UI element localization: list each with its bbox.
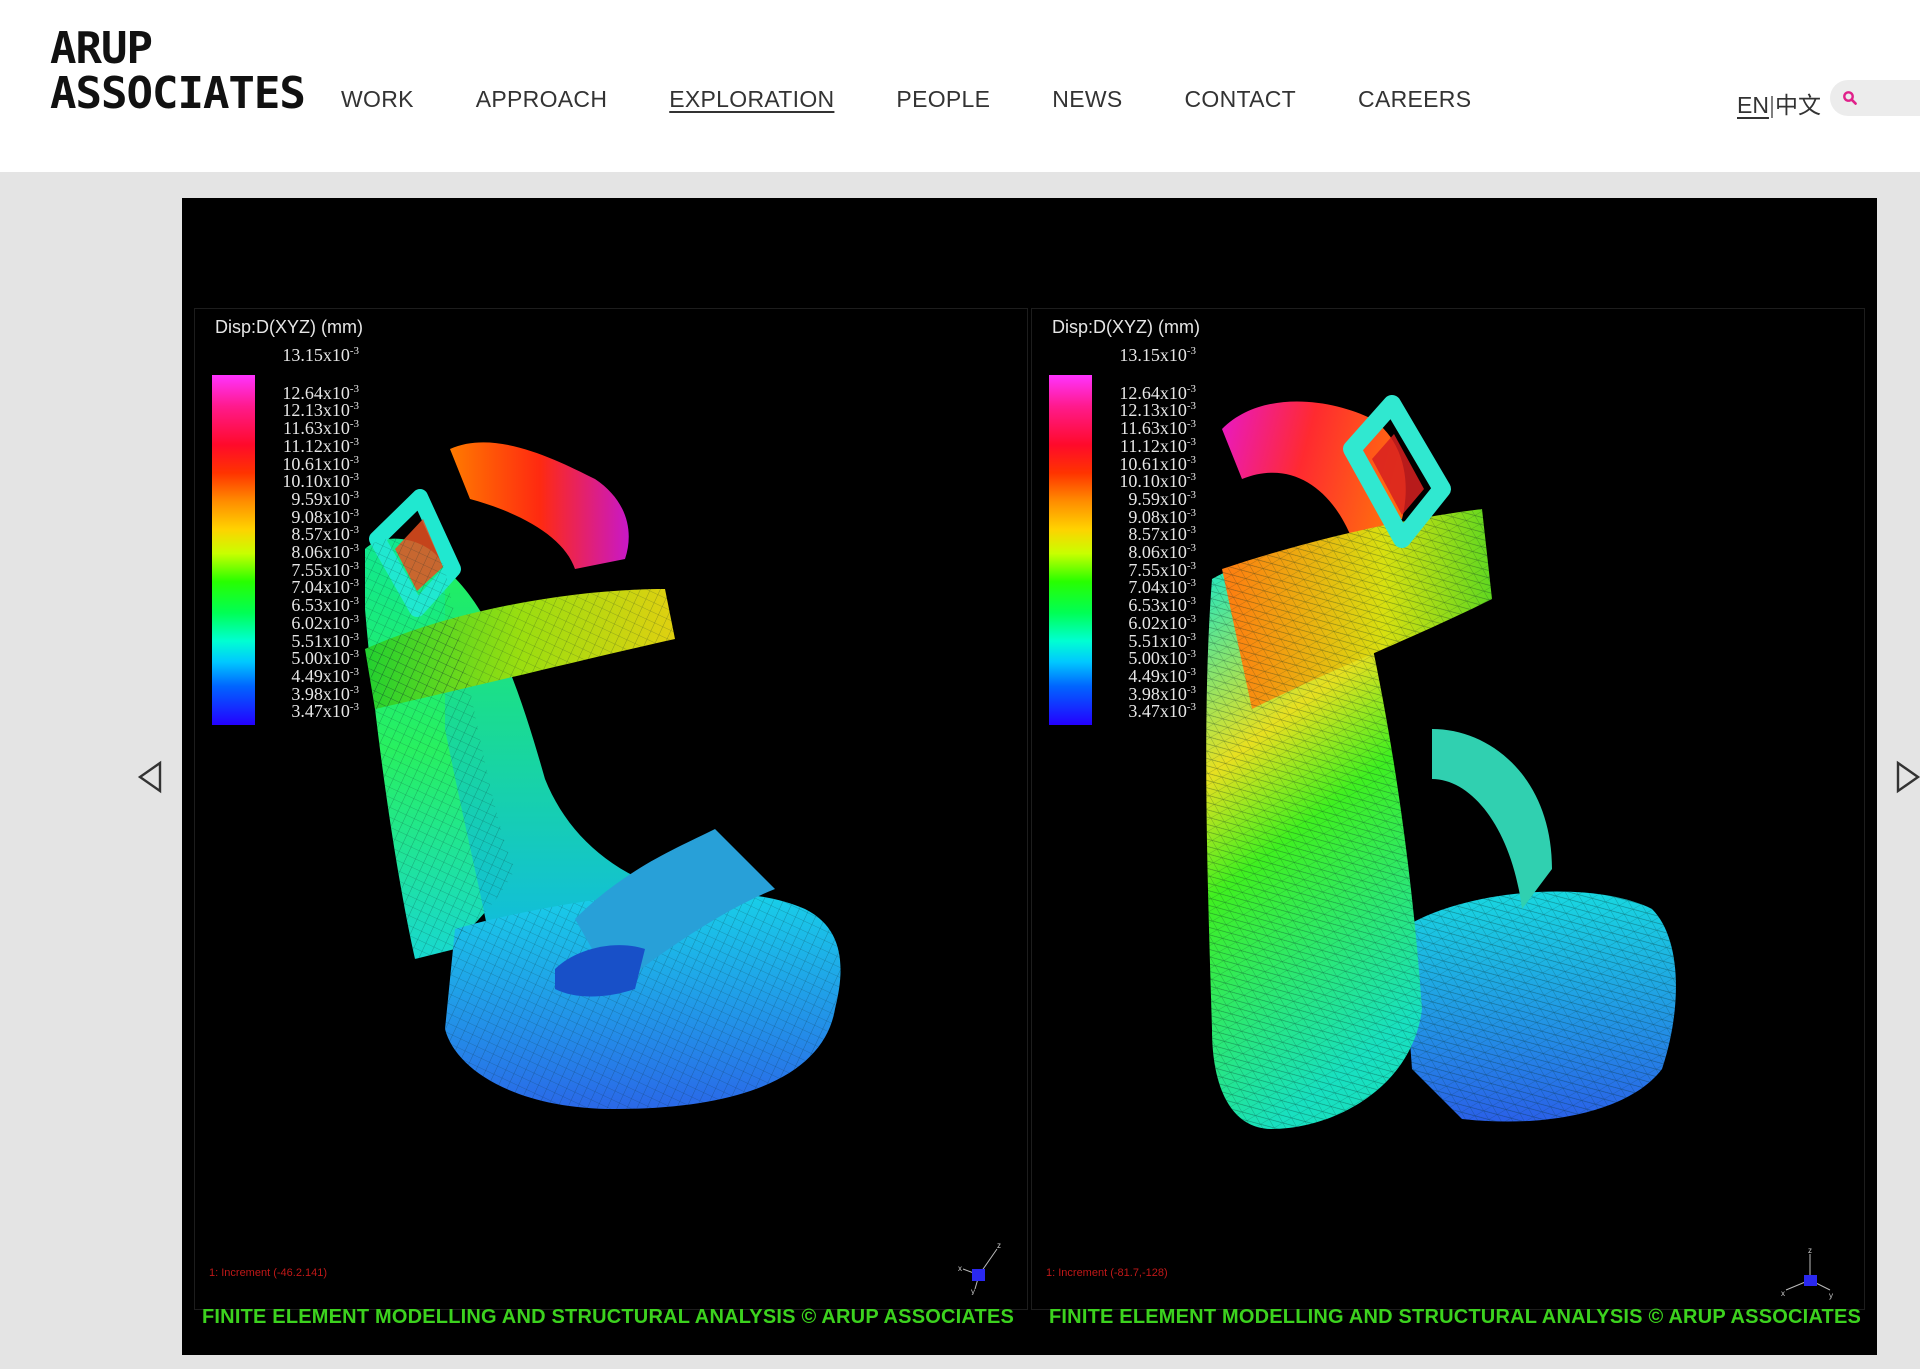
axis-triad-icon: z x y [1781, 1246, 1833, 1300]
svg-text:z: z [1808, 1246, 1812, 1255]
fem-panel-left: Disp:D(XYZ) (mm) 13.15x10-3 12.64x10-3 12.… [194, 308, 1028, 1310]
nav-people[interactable]: PEOPLE [896, 86, 990, 113]
next-slide-icon[interactable] [1894, 760, 1920, 794]
prev-slide-icon[interactable] [136, 760, 164, 794]
nav-contact[interactable]: CONTACT [1184, 86, 1296, 113]
search-icon[interactable] [1842, 90, 1858, 106]
logo-line-1: ARUP [50, 23, 153, 74]
nav-work[interactable]: WORK [341, 86, 414, 113]
main-nav: WORK APPROACH EXPLORATION PEOPLE NEWS CO… [341, 86, 1533, 113]
search-input[interactable] [1864, 86, 1920, 112]
svg-text:x: x [958, 1264, 962, 1273]
fem-panel-right: Disp:D(XYZ) (mm) 13.15x10-3 12.64x10-3 12.… [1031, 308, 1865, 1310]
axis-triad-icon: z x y [958, 1241, 1001, 1295]
caption-left: FINITE ELEMENT MODELLING AND STRUCTURAL … [202, 1306, 1015, 1328]
lang-en-link[interactable]: EN [1737, 92, 1769, 118]
nav-news[interactable]: NEWS [1052, 86, 1122, 113]
slide-image: Disp:D(XYZ) (mm) 13.15x10-3 12.64x10-3 12.… [182, 198, 1877, 1355]
arup-associates-logo[interactable]: ARUP ASSOCIATES [50, 23, 306, 119]
increment-label-left: 1: Increment (-46.2.141) [209, 1267, 328, 1279]
site-header: ARUP ASSOCIATES WORK APPROACH EXPLORATIO… [0, 0, 1920, 172]
svg-text:y: y [1829, 1291, 1833, 1300]
language-switcher: EN|中文 [1737, 86, 1821, 120]
lang-zh-link[interactable]: 中文 [1775, 92, 1821, 118]
svg-text:x: x [1781, 1289, 1785, 1298]
shoe-fem-model-right [1206, 395, 1676, 1129]
nav-careers[interactable]: CAREERS [1358, 86, 1471, 113]
nav-exploration[interactable]: EXPLORATION [669, 86, 834, 113]
shoe-fem-model-left [365, 442, 841, 1109]
svg-text:z: z [997, 1241, 1001, 1250]
search-box[interactable] [1830, 80, 1920, 116]
caption-right: FINITE ELEMENT MODELLING AND STRUCTURAL … [1049, 1306, 1862, 1328]
increment-label-right: 1: Increment (-81.7,-128) [1046, 1267, 1168, 1279]
svg-text:y: y [971, 1287, 975, 1295]
nav-approach[interactable]: APPROACH [476, 86, 607, 113]
logo-line-2: ASSOCIATES [50, 68, 306, 119]
